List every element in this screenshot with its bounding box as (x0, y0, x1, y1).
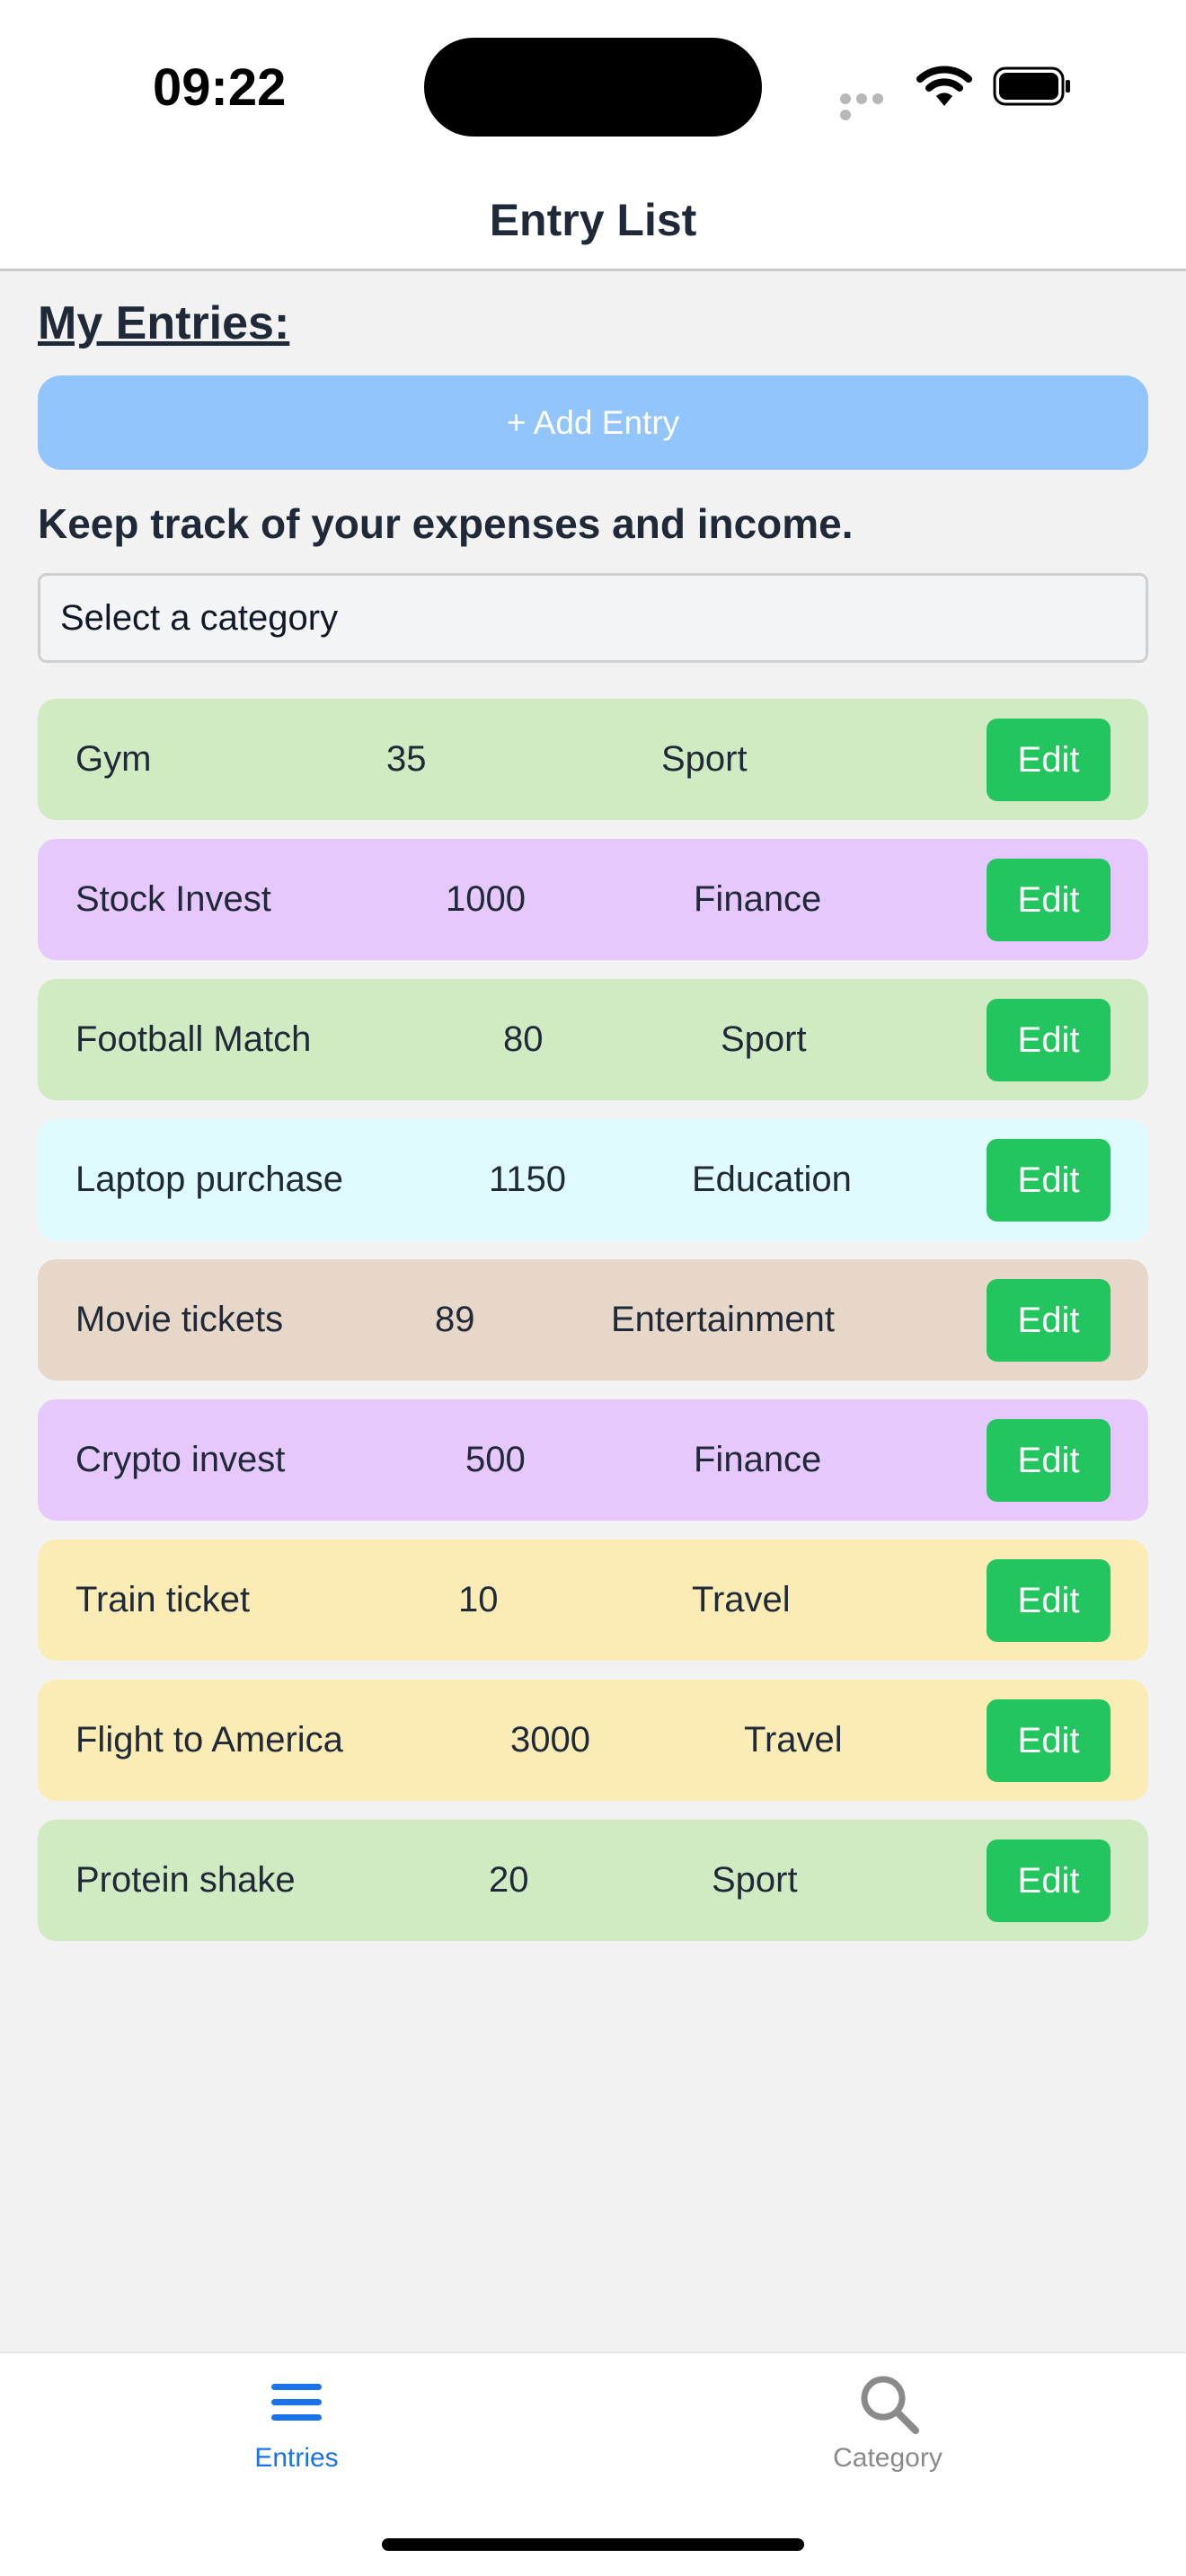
entry-amount: 80 (503, 1019, 544, 1059)
entry-name: Gym (75, 739, 152, 779)
entry-row: Protein shake 20 Sport Edit (38, 1820, 1148, 1941)
entry-name: Football Match (75, 1019, 312, 1059)
entry-row: Flight to America 3000 Travel Edit (38, 1680, 1148, 1801)
entry-name: Movie tickets (75, 1300, 284, 1339)
edit-button[interactable]: Edit (987, 1279, 1111, 1362)
menu-icon[interactable] (270, 2380, 323, 2425)
edit-button[interactable]: Edit (987, 719, 1111, 801)
edit-button[interactable]: Edit (987, 999, 1111, 1081)
entry-amount: 10 (458, 1580, 499, 1619)
edit-button[interactable]: Edit (987, 1419, 1111, 1502)
entry-row: Movie tickets 89 Entertainment Edit (38, 1259, 1148, 1381)
edit-button[interactable]: Edit (987, 859, 1111, 941)
search-icon[interactable] (858, 2373, 921, 2436)
entry-row: Football Match 80 Sport Edit (38, 979, 1148, 1100)
tab-category[interactable]: Category (798, 2436, 978, 2481)
cellular-signal-icon (840, 93, 901, 120)
add-entry-button[interactable]: + Add Entry (38, 375, 1148, 470)
entry-row: Gym 35 Sport Edit (38, 699, 1148, 820)
entry-amount: 89 (435, 1300, 475, 1339)
entry-category: Finance (694, 879, 822, 919)
category-select[interactable]: Select a category (38, 573, 1148, 663)
entry-name: Crypto invest (75, 1440, 286, 1479)
entry-amount: 1150 (489, 1160, 567, 1199)
entry-category: Sport (661, 739, 748, 779)
tab-entries[interactable]: Entries (207, 2436, 386, 2481)
entry-row: Crypto invest 500 Finance Edit (38, 1399, 1148, 1521)
entry-row: Laptop purchase 1150 Education Edit (38, 1119, 1148, 1240)
edit-button[interactable]: Edit (987, 1139, 1111, 1222)
home-indicator (382, 2538, 804, 2551)
entry-category: Sport (721, 1019, 807, 1059)
page-title: Entry List (489, 195, 697, 245)
entry-category: Travel (744, 1720, 843, 1760)
edit-button[interactable]: Edit (987, 1839, 1111, 1922)
entry-amount: 1000 (446, 879, 526, 919)
entry-category: Sport (712, 1860, 798, 1900)
battery-icon (993, 66, 1072, 106)
entry-amount: 500 (465, 1440, 526, 1479)
edit-button[interactable]: Edit (987, 1559, 1111, 1642)
entry-category: Finance (694, 1440, 822, 1479)
section-title: My Entries: (38, 297, 290, 349)
dynamic-island (424, 38, 762, 137)
entry-category: Travel (692, 1580, 791, 1619)
entry-row: Train ticket 10 Travel Edit (38, 1539, 1148, 1661)
page-subtitle: Keep track of your expenses and income. (38, 500, 854, 547)
entry-amount: 35 (386, 739, 427, 779)
entry-name: Train ticket (75, 1580, 251, 1619)
entry-row: Stock Invest 1000 Finance Edit (38, 839, 1148, 960)
wifi-icon (916, 63, 972, 108)
entry-category: Education (692, 1160, 852, 1199)
edit-button[interactable]: Edit (987, 1699, 1111, 1782)
entry-amount: 20 (489, 1860, 529, 1900)
entry-name: Flight to America (75, 1720, 343, 1760)
entry-name: Laptop purchase (75, 1160, 344, 1199)
status-time: 09:22 (153, 58, 287, 117)
entry-name: Protein shake (75, 1860, 296, 1900)
entry-name: Stock Invest (75, 879, 271, 919)
entry-amount: 3000 (510, 1720, 590, 1760)
entry-category: Entertainment (611, 1300, 836, 1339)
